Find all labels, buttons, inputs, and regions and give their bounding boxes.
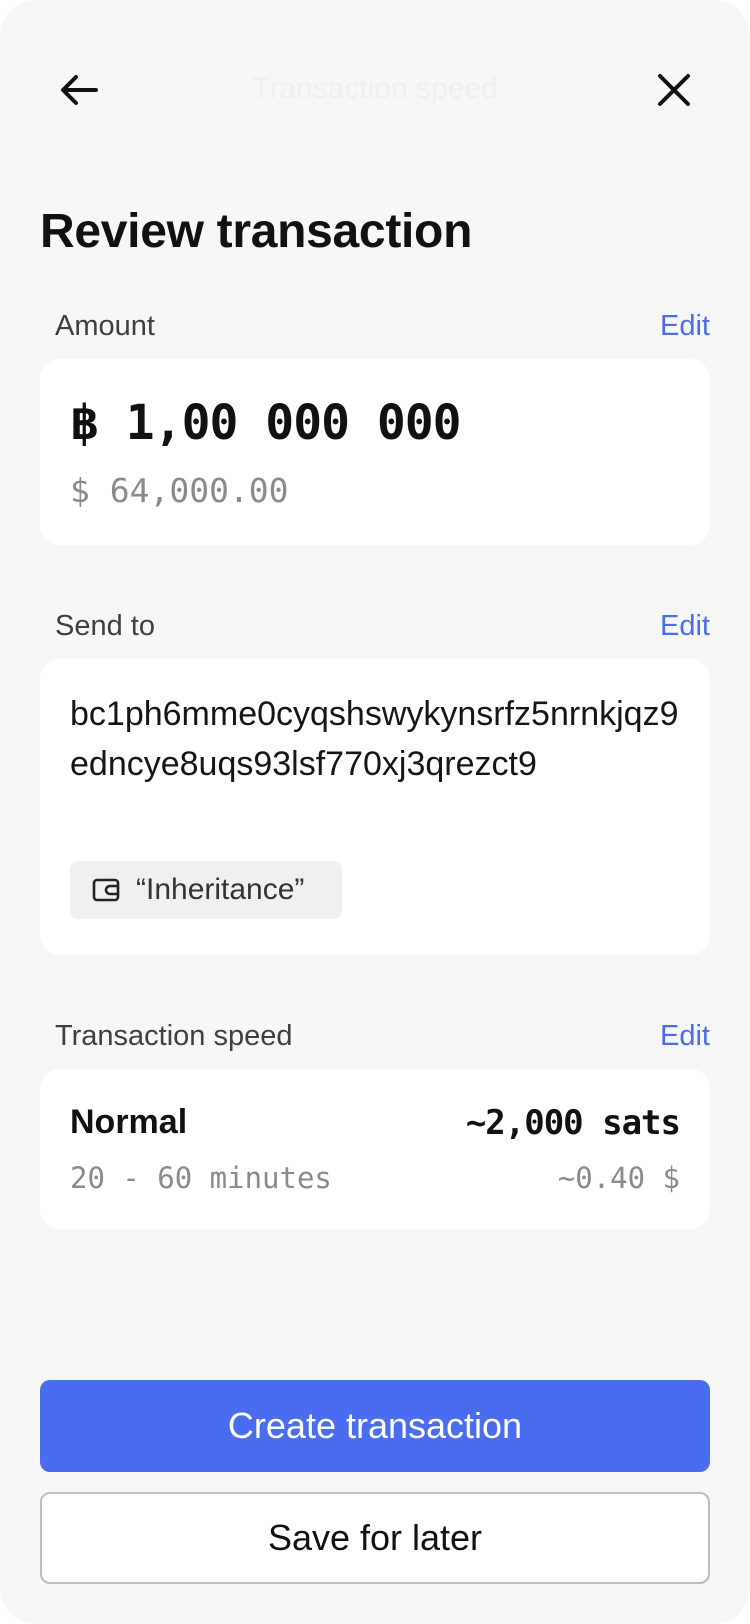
save-for-later-button[interactable]: Save for later	[40, 1492, 710, 1584]
wallet-icon	[92, 878, 120, 902]
create-transaction-button[interactable]: Create transaction	[40, 1380, 710, 1472]
close-button[interactable]	[650, 66, 698, 114]
amount-label: Amount	[55, 310, 155, 342]
send-to-edit-link[interactable]: Edit	[660, 610, 710, 643]
speed-fee-fiat: ~0.40 $	[557, 1161, 680, 1195]
send-to-label: Send to	[55, 610, 155, 642]
close-icon	[658, 74, 690, 106]
amount-edit-link[interactable]: Edit	[660, 310, 710, 343]
wallet-label: “Inheritance”	[136, 873, 305, 906]
btc-amount: ฿ 1,00 000 000	[70, 395, 462, 451]
speed-name: Normal	[70, 1103, 188, 1141]
transaction-speed-label: Transaction speed	[55, 1020, 293, 1052]
recipient-address: bc1ph6mme0cyqshswykynsrfz5nrnkjqz9edncye…	[70, 695, 679, 783]
wallet-chip: “Inheritance”	[70, 861, 342, 919]
speed-fee: ~2,000 sats	[465, 1103, 681, 1143]
header-title: Transaction speed	[252, 72, 498, 105]
page-title: Review transaction	[40, 205, 473, 258]
speed-card: Normal ~2,000 sats 20 - 60 minutes ~0.40…	[40, 1069, 710, 1229]
fiat-amount: $ 64,000.00	[70, 471, 289, 510]
speed-time-estimate: 20 - 60 minutes	[70, 1161, 332, 1195]
amount-card: ฿ 1,00 000 000 $ 64,000.00	[40, 359, 710, 545]
screen: Transaction speed Review transaction Amo…	[0, 0, 750, 1624]
send-to-card: bc1ph6mme0cyqshswykynsrfz5nrnkjqz9edncye…	[40, 659, 710, 955]
speed-edit-link[interactable]: Edit	[660, 1020, 710, 1053]
